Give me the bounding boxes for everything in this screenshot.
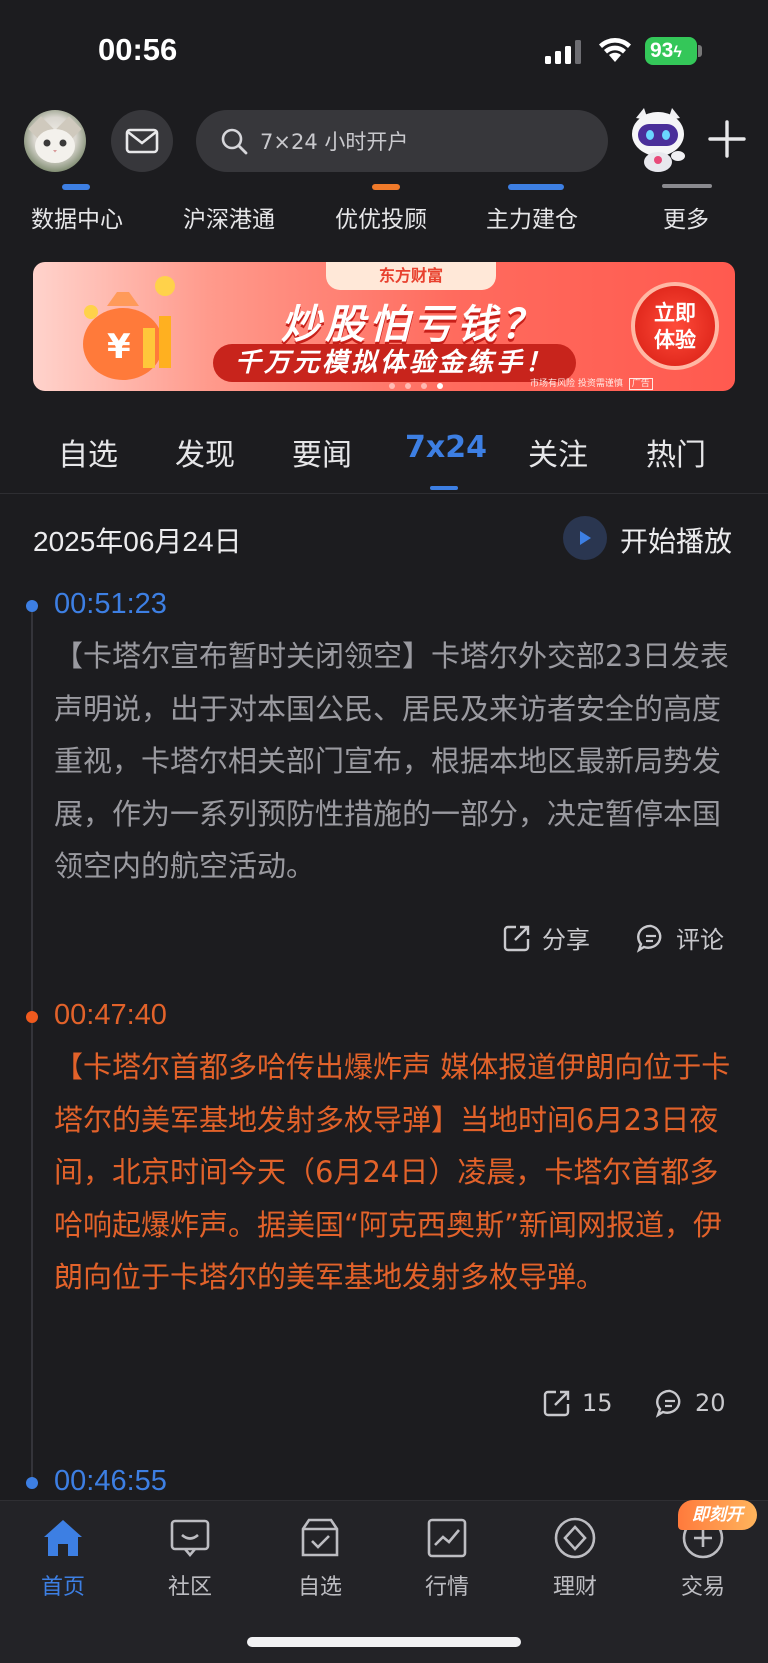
news-time: 00:51:23 [54,588,167,620]
news-text[interactable]: 【卡塔尔宣布暂时关闭领空】卡塔尔外交部23日发表声明说，出于对本国公民、居民及来… [54,630,744,893]
nav-market[interactable]: 行情 [397,1515,497,1601]
share-button[interactable]: 15 [542,1388,613,1418]
search-placeholder: 7×24 小时开户 [260,130,409,154]
play-icon [580,531,591,545]
community-icon [170,1519,210,1558]
banner-risk-text: 市场有风险 投资需谨慎 [530,379,623,389]
quick-entry-icon-youyou [372,184,400,190]
quick-entry-main-force[interactable]: 主力建仓 [486,200,578,234]
timeline-dot-important [26,1011,38,1023]
banner-cta-line1: 立即 [654,301,696,325]
nav-wealth[interactable]: 理财 [525,1515,625,1601]
share-icon [543,1390,570,1417]
quick-entry-hk-connect[interactable]: 沪深港通 [183,200,275,234]
banner-pagination [389,374,453,391]
quick-entry-more[interactable]: 更多 [663,200,709,234]
comment-icon [655,1389,681,1418]
promo-banner[interactable]: ¥ 东方财富 炒股怕亏钱？ 千万元模拟体验金练手！ 立即 体验 市场有风险 投资… [33,262,735,391]
nav-label: 首页 [40,1575,85,1600]
nav-community[interactable]: 社区 [140,1515,240,1601]
battery-indicator: 93ϟ [645,37,697,65]
comment-label: 评论 [676,926,724,954]
timeline-dot [26,1477,38,1489]
trade-promo-badge[interactable]: 即刻开 [678,1500,757,1530]
banner-dot [421,383,427,389]
comment-button[interactable]: 评论 [636,920,724,955]
home-indicator [247,1637,521,1647]
status-time: 00:56 [98,32,178,67]
banner-dot [405,383,411,389]
quick-entry-icon-data-center [62,184,90,190]
message-button[interactable] [111,110,173,172]
play-button[interactable] [563,516,607,560]
tab-headlines[interactable]: 要闻 [292,430,352,474]
news-tabs: 自选 发现 要闻 7x24 关注 热门 [0,430,768,490]
assistant-robot-icon[interactable] [622,104,694,176]
battery-level: 93 [650,39,674,62]
feed-date: 2025年06月24日 [33,526,242,557]
share-icon [503,925,530,951]
banner-brand: 东方财富 [326,262,496,290]
nav-label: 社区 [167,1575,212,1600]
charging-bolt-icon: ϟ [673,44,682,61]
banner-ad-tag: 广告 [628,378,653,390]
news-time: 00:46:55 [54,1465,167,1497]
tab-hot[interactable]: 热门 [646,430,706,474]
banner-risk-note: 市场有风险 投资需谨慎 广告 [530,376,653,390]
tabs-divider [0,493,768,494]
banner-title: 炒股怕亏钱？ [281,302,545,348]
watchlist-icon [301,1518,339,1557]
timeline-line [31,606,33,1486]
quick-entry-bar: 数据中心 沪深港通 优优投顾 主力建仓 更多 [0,184,768,234]
cellular-signal-icon [545,40,581,64]
quick-entry-icon-main-force [508,184,564,190]
nav-label: 自选 [297,1575,342,1600]
news-time: 00:47:40 [54,999,167,1031]
quick-entry-icon-more [662,184,712,188]
cat-face-icon [35,129,75,163]
comment-button[interactable]: 20 [655,1388,726,1418]
banner-cta-line2: 体验 [654,328,696,352]
comment-count: 20 [695,1389,726,1417]
avatar[interactable] [24,110,86,172]
news-text[interactable]: 【卡塔尔首都多哈传出爆炸声 媒体报道伊朗向位于卡塔尔的美军基地发射多枚导弹】当地… [54,1041,744,1304]
quick-entry-data-center[interactable]: 数据中心 [31,200,123,234]
tab-watchlist[interactable]: 自选 [58,430,118,474]
timeline-dot [26,600,38,612]
mail-icon [125,128,159,154]
money-bag-icon: ¥ [83,276,175,380]
wifi-icon [599,38,631,62]
home-icon [44,1520,82,1556]
nav-label: 交易 [680,1575,725,1600]
banner-dot [389,383,395,389]
search-input[interactable]: 7×24 小时开户 [196,110,608,172]
active-tab-indicator [430,486,458,490]
play-label[interactable]: 开始播放 [620,520,732,560]
banner-cta-button[interactable]: 立即 体验 [631,282,719,370]
nav-watchlist[interactable]: 自选 [270,1515,370,1601]
share-count: 15 [582,1389,613,1417]
wealth-icon [554,1517,596,1559]
market-chart-icon [427,1518,467,1558]
status-bar: 00:56 93ϟ [0,0,768,100]
search-icon [221,128,248,155]
nav-label: 行情 [424,1575,469,1600]
nav-home[interactable]: 首页 [13,1515,113,1601]
add-button[interactable] [702,114,752,164]
battery-tip [698,45,702,57]
comment-icon [636,924,662,953]
quick-entry-youyou-advisor[interactable]: 优优投顾 [335,200,427,234]
share-button[interactable]: 分享 [502,920,590,955]
tab-7x24[interactable]: 7x24 [405,430,487,465]
tab-discover[interactable]: 发现 [175,430,235,474]
banner-dot-active [437,383,443,389]
svg-text:¥: ¥ [107,327,131,367]
share-label: 分享 [542,926,590,954]
nav-label: 理财 [552,1575,597,1600]
tab-following[interactable]: 关注 [528,430,588,474]
